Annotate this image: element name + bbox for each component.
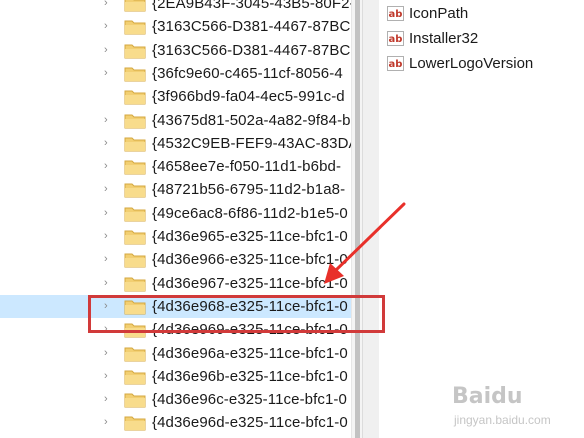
folder-icon (124, 137, 146, 152)
value-name: LowerLogoVersion (409, 55, 534, 72)
folder-icon (124, 393, 146, 408)
tree-row[interactable]: › {4d36e966-e325-11ce-bfc1-0 (0, 248, 358, 271)
tree-row[interactable]: › {4d36e965-e325-11ce-bfc1-0 (0, 225, 358, 248)
chevron-right-icon[interactable]: › (104, 253, 114, 265)
tree-row[interactable]: {3f966bd9-fa04-4ec5-991c-d (0, 85, 358, 108)
folder-icon (124, 416, 146, 431)
chevron-right-icon[interactable]: › (104, 207, 114, 219)
chevron-right-icon[interactable]: › (104, 137, 114, 149)
tree-row[interactable]: › {4d36e96b-e325-11ce-bfc1-0 (0, 365, 358, 388)
watermark: Baidu jingyan.baidu.com (452, 384, 582, 434)
tree-row[interactable]: › {4d36e96c-e325-11ce-bfc1-0 (0, 388, 358, 411)
string-value-icon: ab (387, 31, 404, 46)
tree-row-label: {4d36e966-e325-11ce-bfc1-0 (152, 251, 348, 269)
chevron-right-icon[interactable]: › (104, 347, 114, 359)
tree-row[interactable]: › {4658ee7e-f050-11d1-b6bd- (0, 155, 358, 178)
value-name: Installer32 (409, 30, 479, 47)
chevron-right-icon[interactable]: › (104, 230, 114, 242)
tree-row-label: {4532C9EB-FEF9-43AC-83DA- (152, 134, 362, 152)
watermark-logo: Baidu (452, 384, 523, 409)
folder-icon (124, 160, 146, 175)
chevron-right-icon[interactable]: › (104, 20, 114, 32)
tree-row[interactable]: › {3163C566-D381-4467-87BC- (0, 39, 358, 62)
folder-icon (124, 0, 146, 12)
folder-icon (124, 370, 146, 385)
tree-row[interactable]: › {36fc9e60-c465-11cf-8056-4 (0, 62, 358, 85)
tree-row-label: {4d36e967-e325-11ce-bfc1-0 (152, 274, 348, 292)
tree-row-label: {43675d81-502a-4a82-9f84-b (152, 111, 351, 129)
pane-splitter[interactable] (362, 0, 380, 438)
tree-row[interactable]: › {4d36e967-e325-11ce-bfc1-0 (0, 272, 358, 295)
tree-scrollbar-thumb[interactable] (355, 0, 360, 438)
value-name: IconPath (409, 5, 469, 22)
chevron-right-icon[interactable]: › (104, 370, 114, 382)
tree-row-label: {48721b56-6795-11d2-b1a8- (152, 181, 346, 199)
chevron-right-icon[interactable]: › (104, 393, 114, 405)
annotation-highlight-box (88, 295, 385, 333)
tree-row-label: {3163C566-D381-4467-87BC- (152, 18, 356, 36)
tree-row-label: {4d36e96c-e325-11ce-bfc1-0 (152, 391, 347, 409)
tree-row[interactable]: › {2EA9B43F-3045-43B5-80F2- (0, 0, 358, 15)
tree-row-label: {4d36e96d-e325-11ce-bfc1-0 (152, 414, 348, 432)
tree-row[interactable]: › {48721b56-6795-11d2-b1a8- (0, 178, 358, 201)
chevron-right-icon[interactable]: › (104, 160, 114, 172)
folder-icon (124, 207, 146, 222)
watermark-url: jingyan.baidu.com (454, 413, 551, 427)
folder-icon (124, 20, 146, 35)
chevron-right-icon[interactable]: › (104, 114, 114, 126)
chevron-right-icon[interactable]: › (104, 67, 114, 79)
tree-row[interactable]: › {4d36e96a-e325-11ce-bfc1-0 (0, 342, 358, 365)
tree-row-label: {36fc9e60-c465-11cf-8056-4 (152, 64, 343, 82)
registry-values-list: ab IconPath ab Installer32 ab LowerLogoVersio… (379, 0, 584, 438)
folder-icon (124, 67, 146, 82)
registry-key-tree: › {2EA9B43F-3045-43B5-80F2- › {3163C566-D38… (0, 0, 362, 438)
chevron-right-icon[interactable]: › (104, 277, 114, 289)
tree-row[interactable]: › {4532C9EB-FEF9-43AC-83DA- (0, 132, 362, 155)
folder-icon (124, 253, 146, 268)
chevron-right-icon[interactable]: › (104, 416, 114, 428)
tree-row-label: {4d36e965-e325-11ce-bfc1-0 (152, 228, 348, 245)
tree-row-label: {49ce6ac8-6f86-11d2-b1e5-0 (152, 204, 348, 222)
folder-icon (124, 230, 146, 245)
string-value-icon: ab (387, 6, 404, 21)
chevron-right-icon[interactable]: › (104, 0, 114, 9)
tree-row[interactable]: › {43675d81-502a-4a82-9f84-b (0, 109, 358, 132)
folder-icon (124, 44, 146, 59)
tree-scrollbar[interactable] (351, 0, 362, 438)
folder-icon (124, 90, 146, 105)
folder-icon (124, 114, 146, 128)
string-value-icon: ab (387, 56, 404, 71)
folder-icon (124, 347, 146, 361)
tree-row-label: {4658ee7e-f050-11d1-b6bd- (152, 158, 342, 176)
chevron-right-icon[interactable]: › (104, 183, 114, 195)
tree-row-label: {4d36e96a-e325-11ce-bfc1-0 (152, 344, 348, 362)
tree-row-label: {3f966bd9-fa04-4ec5-991c-d (152, 88, 345, 106)
tree-row[interactable]: › {3163C566-D381-4467-87BC- (0, 15, 358, 38)
tree-row-label: {3163C566-D381-4467-87BC- (152, 41, 356, 59)
chevron-right-icon[interactable]: › (104, 44, 114, 56)
tree-row-label: {4d36e96b-e325-11ce-bfc1-0 (152, 367, 348, 385)
tree-row[interactable]: › {4d36e96d-e325-11ce-bfc1-0 (0, 411, 358, 434)
folder-icon (124, 183, 146, 198)
folder-icon (124, 277, 146, 292)
tree-row[interactable]: › {49ce6ac8-6f86-11d2-b1e5-0 (0, 202, 358, 225)
tree-row-label: {2EA9B43F-3045-43B5-80F2- (152, 0, 355, 12)
